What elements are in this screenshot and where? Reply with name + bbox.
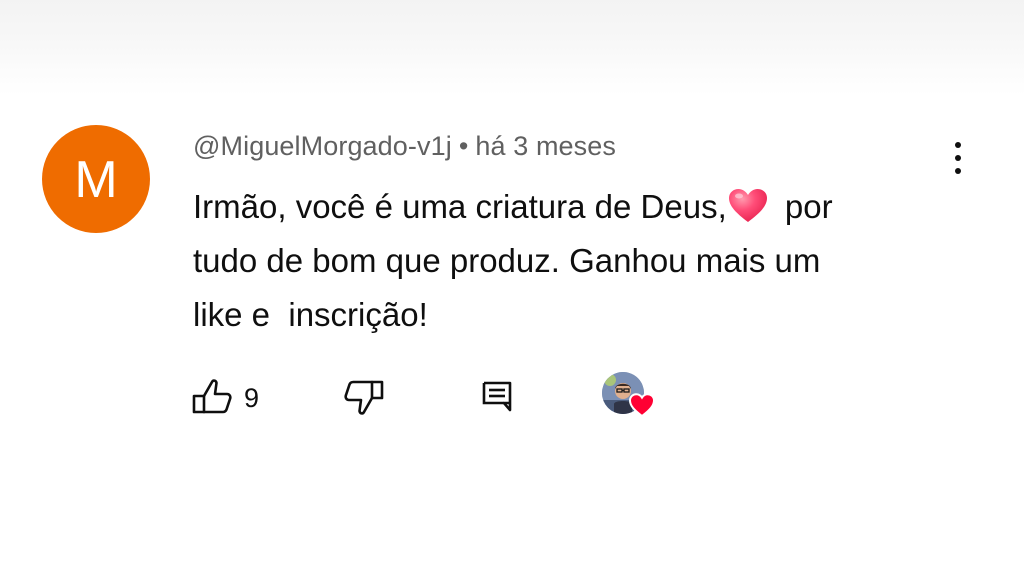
thumbs-down-icon [344, 380, 384, 415]
dislike-button[interactable] [342, 372, 386, 424]
kebab-dot [955, 168, 961, 174]
more-options-icon[interactable] [940, 138, 976, 178]
kebab-dot [955, 155, 961, 161]
creator-heart [600, 368, 660, 420]
blurred-header-area [0, 0, 1024, 95]
comment-meta: @MiguelMorgado-v1j • há 3 meses [193, 131, 616, 162]
reply-comment-icon [482, 381, 512, 412]
thumbs-up-icon [192, 379, 232, 414]
comment-time: há 3 meses [475, 131, 616, 161]
like-count: 9 [244, 382, 260, 413]
kebab-dot [955, 142, 961, 148]
comment-text: Irmão, você é uma criatura de Deus, por … [193, 180, 953, 342]
avatar-letter: M [74, 151, 118, 209]
author-handle[interactable]: @MiguelMorgado-v1j [193, 131, 452, 161]
creator-heart-icon [628, 393, 656, 418]
meta-separator: • [458, 131, 469, 161]
comment-line-3: like e inscrição! [193, 296, 428, 333]
comment-line-2: tudo de bom que produz. Ganhou mais um [193, 242, 821, 279]
like-button[interactable]: 9 [190, 372, 259, 424]
comment-screen: M @MiguelMorgado-v1j • há 3 meses Irmão, v… [0, 0, 1024, 576]
reply-button[interactable] [480, 372, 514, 424]
avatar[interactable]: M [42, 125, 150, 233]
heart-emoji-icon [728, 189, 767, 222]
comment-line-1: Irmão, você é uma criatura de Deus, por [193, 188, 833, 225]
